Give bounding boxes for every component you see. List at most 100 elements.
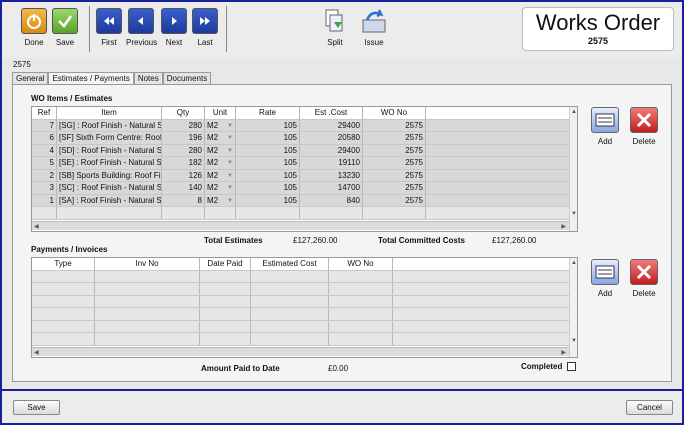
cell-item[interactable]: [SB] Sports Building: Roof Fini [57, 169, 162, 181]
cell-qty[interactable]: 196 [162, 132, 205, 144]
cell-unit[interactable]: M2 ▼ [205, 194, 236, 206]
table-cell[interactable] [329, 283, 393, 295]
table-cell[interactable] [329, 333, 393, 345]
table-row[interactable]: 6 [SF] Sixth Form Centre: Roof 196 M2 ▼ 105 20… [32, 132, 577, 145]
scroll-up-icon[interactable]: ▲ [571, 109, 577, 115]
table-cell[interactable] [95, 320, 200, 332]
cell-wo[interactable]: 2575 [363, 132, 426, 144]
cell-cost[interactable]: 29400 [300, 119, 363, 131]
tab-documents[interactable]: Documents [162, 72, 212, 84]
table-row[interactable]: 2 [SB] Sports Building: Roof Fini 126 M2 ▼ 10… [32, 169, 577, 182]
first-button[interactable]: First [94, 8, 124, 47]
table-cell[interactable] [251, 283, 329, 295]
dropdown-icon[interactable]: ▼ [227, 120, 233, 132]
cell-wo[interactable]: 2575 [363, 119, 426, 131]
cell-unit[interactable]: M2 ▼ [205, 132, 236, 144]
col-type[interactable]: Type [32, 258, 95, 270]
table-cell[interactable] [251, 270, 329, 282]
cell-cost[interactable]: 840 [300, 194, 363, 206]
cell-rate[interactable]: 105 [236, 157, 300, 169]
col-est-cost[interactable]: Est .Cost [300, 107, 363, 119]
col-item[interactable]: Item [57, 107, 162, 119]
cell-rate[interactable]: 105 [236, 132, 300, 144]
table-cell[interactable] [251, 333, 329, 345]
table-row[interactable] [32, 270, 577, 283]
col-ref[interactable]: Ref [32, 107, 57, 119]
save-toolbar-button[interactable]: Save [50, 8, 80, 47]
dropdown-icon[interactable]: ▼ [227, 157, 233, 169]
cell-ref[interactable]: 4 [32, 144, 57, 156]
payments-horizontal-scrollbar[interactable]: ◀ ▶ [32, 347, 569, 356]
cancel-button[interactable]: Cancel [626, 400, 673, 415]
wo-horizontal-scrollbar[interactable]: ◀ ▶ [32, 221, 569, 230]
dropdown-icon[interactable]: ▼ [227, 145, 233, 157]
col-qty[interactable]: Qty [162, 107, 205, 119]
dropdown-icon[interactable]: ▼ [227, 170, 233, 182]
table-cell[interactable] [329, 308, 393, 320]
scroll-right-icon[interactable]: ▶ [561, 349, 566, 356]
cell-rate[interactable]: 105 [236, 119, 300, 131]
table-cell[interactable] [95, 270, 200, 282]
cell-qty[interactable]: 8 [162, 194, 205, 206]
cell-unit[interactable]: M2 ▼ [205, 144, 236, 157]
scroll-down-icon[interactable]: ▼ [571, 211, 577, 217]
col-wo-no[interactable]: WO No [363, 107, 426, 119]
table-cell[interactable] [32, 333, 95, 345]
table-cell[interactable] [32, 320, 95, 332]
table-row[interactable]: 5 [SE] : Roof Finish - Natural Sla 182 M2 ▼ 1… [32, 157, 577, 170]
table-row[interactable] [32, 320, 577, 333]
col-wo-no[interactable]: WO No [329, 258, 393, 270]
save-button[interactable]: Save [13, 400, 60, 415]
done-button[interactable]: Done [19, 8, 49, 47]
table-cell[interactable] [32, 308, 95, 320]
table-row[interactable]: 1 [SA] : Roof Finish - Natural Sla 8 M2 ▼ 105… [32, 194, 577, 207]
scroll-right-icon[interactable]: ▶ [561, 223, 566, 230]
cell-cost[interactable]: 19110 [300, 157, 363, 169]
table-cell[interactable] [95, 295, 200, 307]
cell-qty[interactable]: 182 [162, 157, 205, 169]
cell-item[interactable]: [SA] : Roof Finish - Natural Sla [57, 194, 162, 206]
split-button[interactable]: Split [320, 8, 350, 47]
table-cell[interactable] [200, 283, 251, 295]
table-cell[interactable] [251, 295, 329, 307]
completed-checkbox[interactable] [567, 362, 576, 371]
table-cell[interactable] [200, 270, 251, 282]
table-cell[interactable] [200, 308, 251, 320]
table-cell[interactable] [32, 295, 95, 307]
payments-vertical-scrollbar[interactable]: ▲ ▼ [569, 258, 577, 357]
col-date-paid[interactable]: Date Paid [200, 258, 251, 270]
cell-unit[interactable]: M2 ▼ [205, 182, 236, 194]
table-row[interactable] [32, 333, 577, 346]
scroll-up-icon[interactable]: ▲ [571, 260, 577, 266]
wo-vertical-scrollbar[interactable]: ▲ ▼ [569, 107, 577, 231]
table-row[interactable]: 3 [SC] : Roof Finish - Natural Sla 140 M2 ▼ 1… [32, 182, 577, 195]
cell-ref[interactable]: 1 [32, 194, 57, 206]
tab-estimates-payments[interactable]: Estimates / Payments [48, 72, 134, 84]
table-cell[interactable] [200, 295, 251, 307]
delete-payment-button[interactable]: Delete [629, 259, 659, 298]
last-button[interactable]: Last [190, 8, 220, 47]
col-estimated-cost[interactable]: Estimated Cost [251, 258, 329, 270]
scroll-down-icon[interactable]: ▼ [571, 338, 577, 344]
cell-ref[interactable]: 3 [32, 182, 57, 194]
table-cell[interactable] [95, 333, 200, 345]
table-row[interactable] [32, 308, 577, 321]
cell-ref[interactable]: 7 [32, 119, 57, 131]
cell-wo[interactable]: 2575 [363, 194, 426, 206]
payments-grid[interactable]: Type Inv No Date Paid Estimated Cost WO … [31, 257, 578, 358]
cell-cost[interactable]: 13230 [300, 169, 363, 181]
cell-qty[interactable]: 280 [162, 119, 205, 131]
table-cell[interactable] [329, 320, 393, 332]
scroll-left-icon[interactable]: ◀ [34, 349, 39, 356]
col-rate[interactable]: Rate [236, 107, 300, 119]
table-cell[interactable] [251, 308, 329, 320]
cell-rate[interactable]: 105 [236, 194, 300, 206]
table-cell[interactable] [200, 320, 251, 332]
cell-item[interactable]: [SD] : Roof Finish - Natural Sla [57, 144, 162, 156]
table-cell[interactable] [95, 283, 200, 295]
table-cell[interactable] [329, 270, 393, 282]
cell-cost[interactable]: 20580 [300, 132, 363, 144]
table-cell[interactable] [32, 270, 95, 282]
delete-item-button[interactable]: Delete [629, 107, 659, 146]
cell-ref[interactable]: 5 [32, 157, 57, 169]
